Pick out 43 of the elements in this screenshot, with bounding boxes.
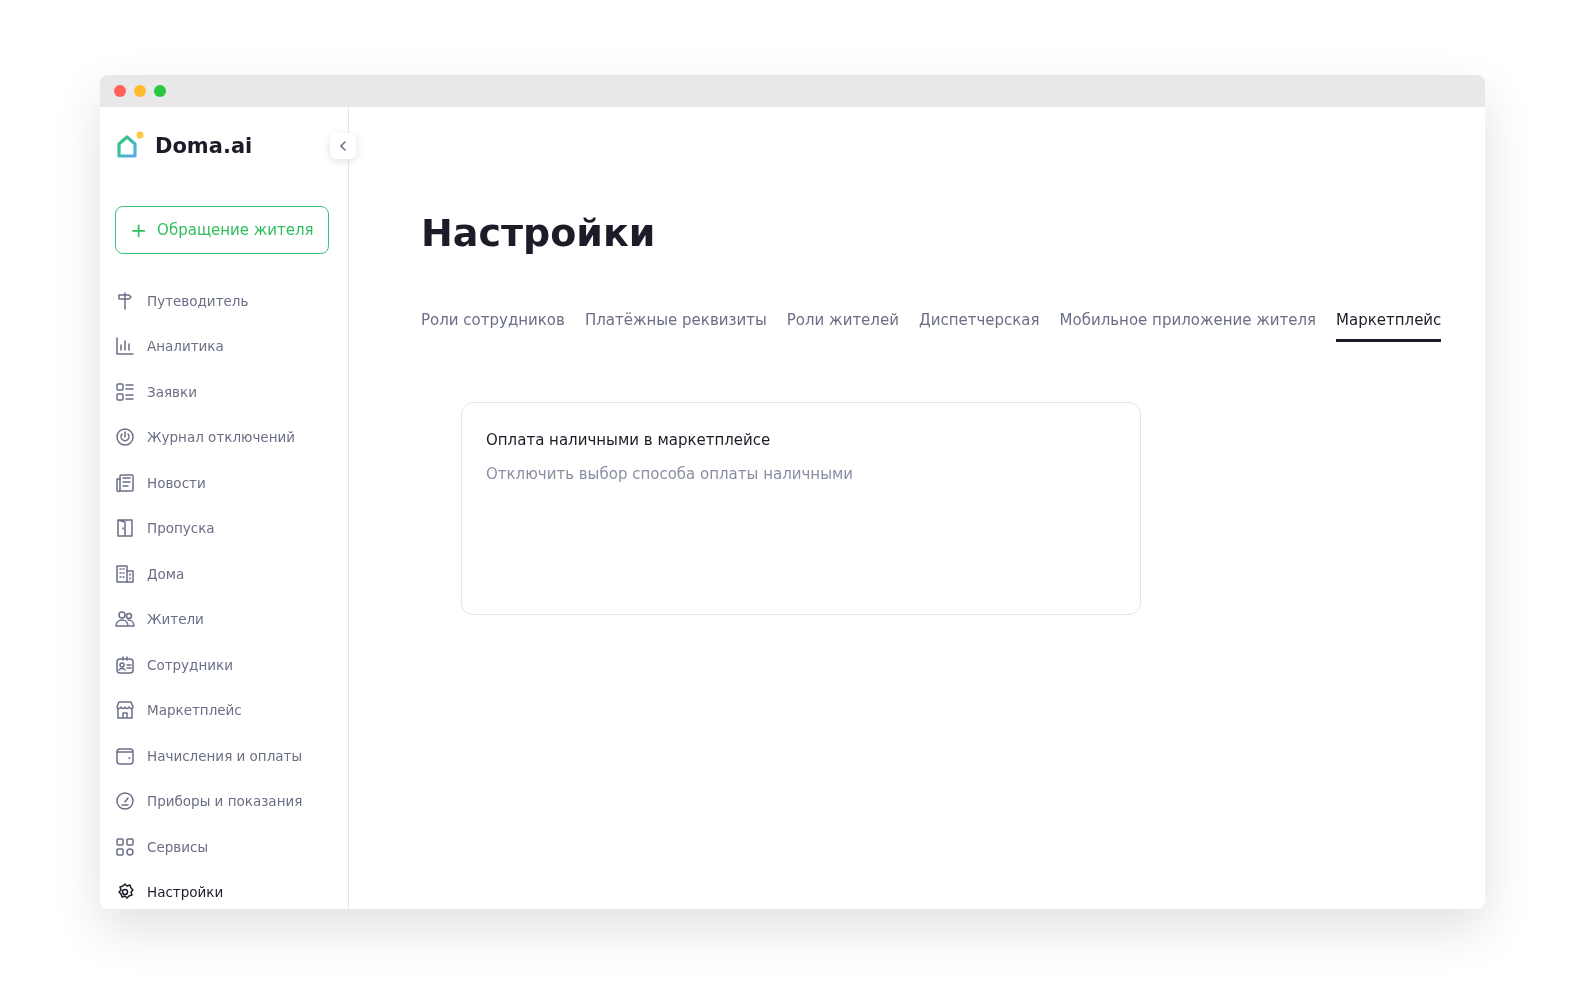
badge-icon [115, 654, 135, 675]
signpost-icon [115, 290, 135, 311]
sidebar-item[interactable]: Маркетплейс [115, 687, 348, 733]
sidebar-item[interactable]: Путеводитель [115, 278, 348, 324]
list-icon [115, 381, 135, 402]
card-title: Оплата наличными в маркетплейсе [486, 431, 772, 449]
sidebar-item[interactable]: Настройки [115, 869, 348, 909]
sidebar-item[interactable]: Заявки [115, 369, 348, 415]
sidebar-item[interactable]: Новости [115, 460, 348, 506]
minimize-button[interactable] [134, 85, 146, 97]
maximize-button[interactable] [154, 85, 166, 97]
chart-icon [115, 336, 135, 357]
sidebar-item[interactable]: Дома [115, 551, 348, 597]
sidebar-item[interactable]: Аналитика [115, 323, 348, 369]
sidebar-item[interactable]: Журнал отключений [115, 414, 348, 460]
card-description: Отключить выбор способа оплаты наличными [486, 465, 855, 483]
building-icon [115, 563, 135, 584]
people-icon [115, 609, 135, 630]
settings-tab[interactable]: Мобильное приложение жителя [1059, 311, 1317, 342]
sidebar-item[interactable]: Сотрудники [115, 642, 348, 688]
grid-icon [115, 836, 135, 857]
settings-tab[interactable]: Роли сотрудников [421, 311, 565, 342]
sidebar-item[interactable]: Приборы и показания [115, 778, 348, 824]
settings-tab[interactable]: Платёжные реквизиты [584, 311, 767, 342]
chevron-left-icon [338, 140, 348, 152]
page-title: Настройки [421, 211, 657, 255]
settings-tab[interactable]: Роли жителей [786, 311, 899, 342]
power-icon [115, 427, 135, 448]
collapse-button[interactable] [330, 133, 356, 159]
wallet-icon [115, 745, 135, 766]
logo-text: Doma.ai [155, 134, 253, 158]
gauge-icon [115, 791, 135, 812]
close-button[interactable] [114, 85, 126, 97]
sidebar-item[interactable]: Начисления и оплаты [115, 733, 348, 779]
house-logo-icon [115, 131, 145, 161]
settings-tab[interactable]: Диспетчерская [918, 311, 1040, 342]
sidebar-item[interactable]: Пропуска [115, 505, 348, 551]
shop-icon [115, 700, 135, 721]
door-icon [115, 518, 135, 539]
settings-tab[interactable]: Маркетплейс [1336, 311, 1442, 342]
sidebar-item[interactable]: Жители [115, 596, 348, 642]
sidebar-item[interactable]: Сервисы [115, 824, 348, 870]
news-icon [115, 472, 135, 493]
